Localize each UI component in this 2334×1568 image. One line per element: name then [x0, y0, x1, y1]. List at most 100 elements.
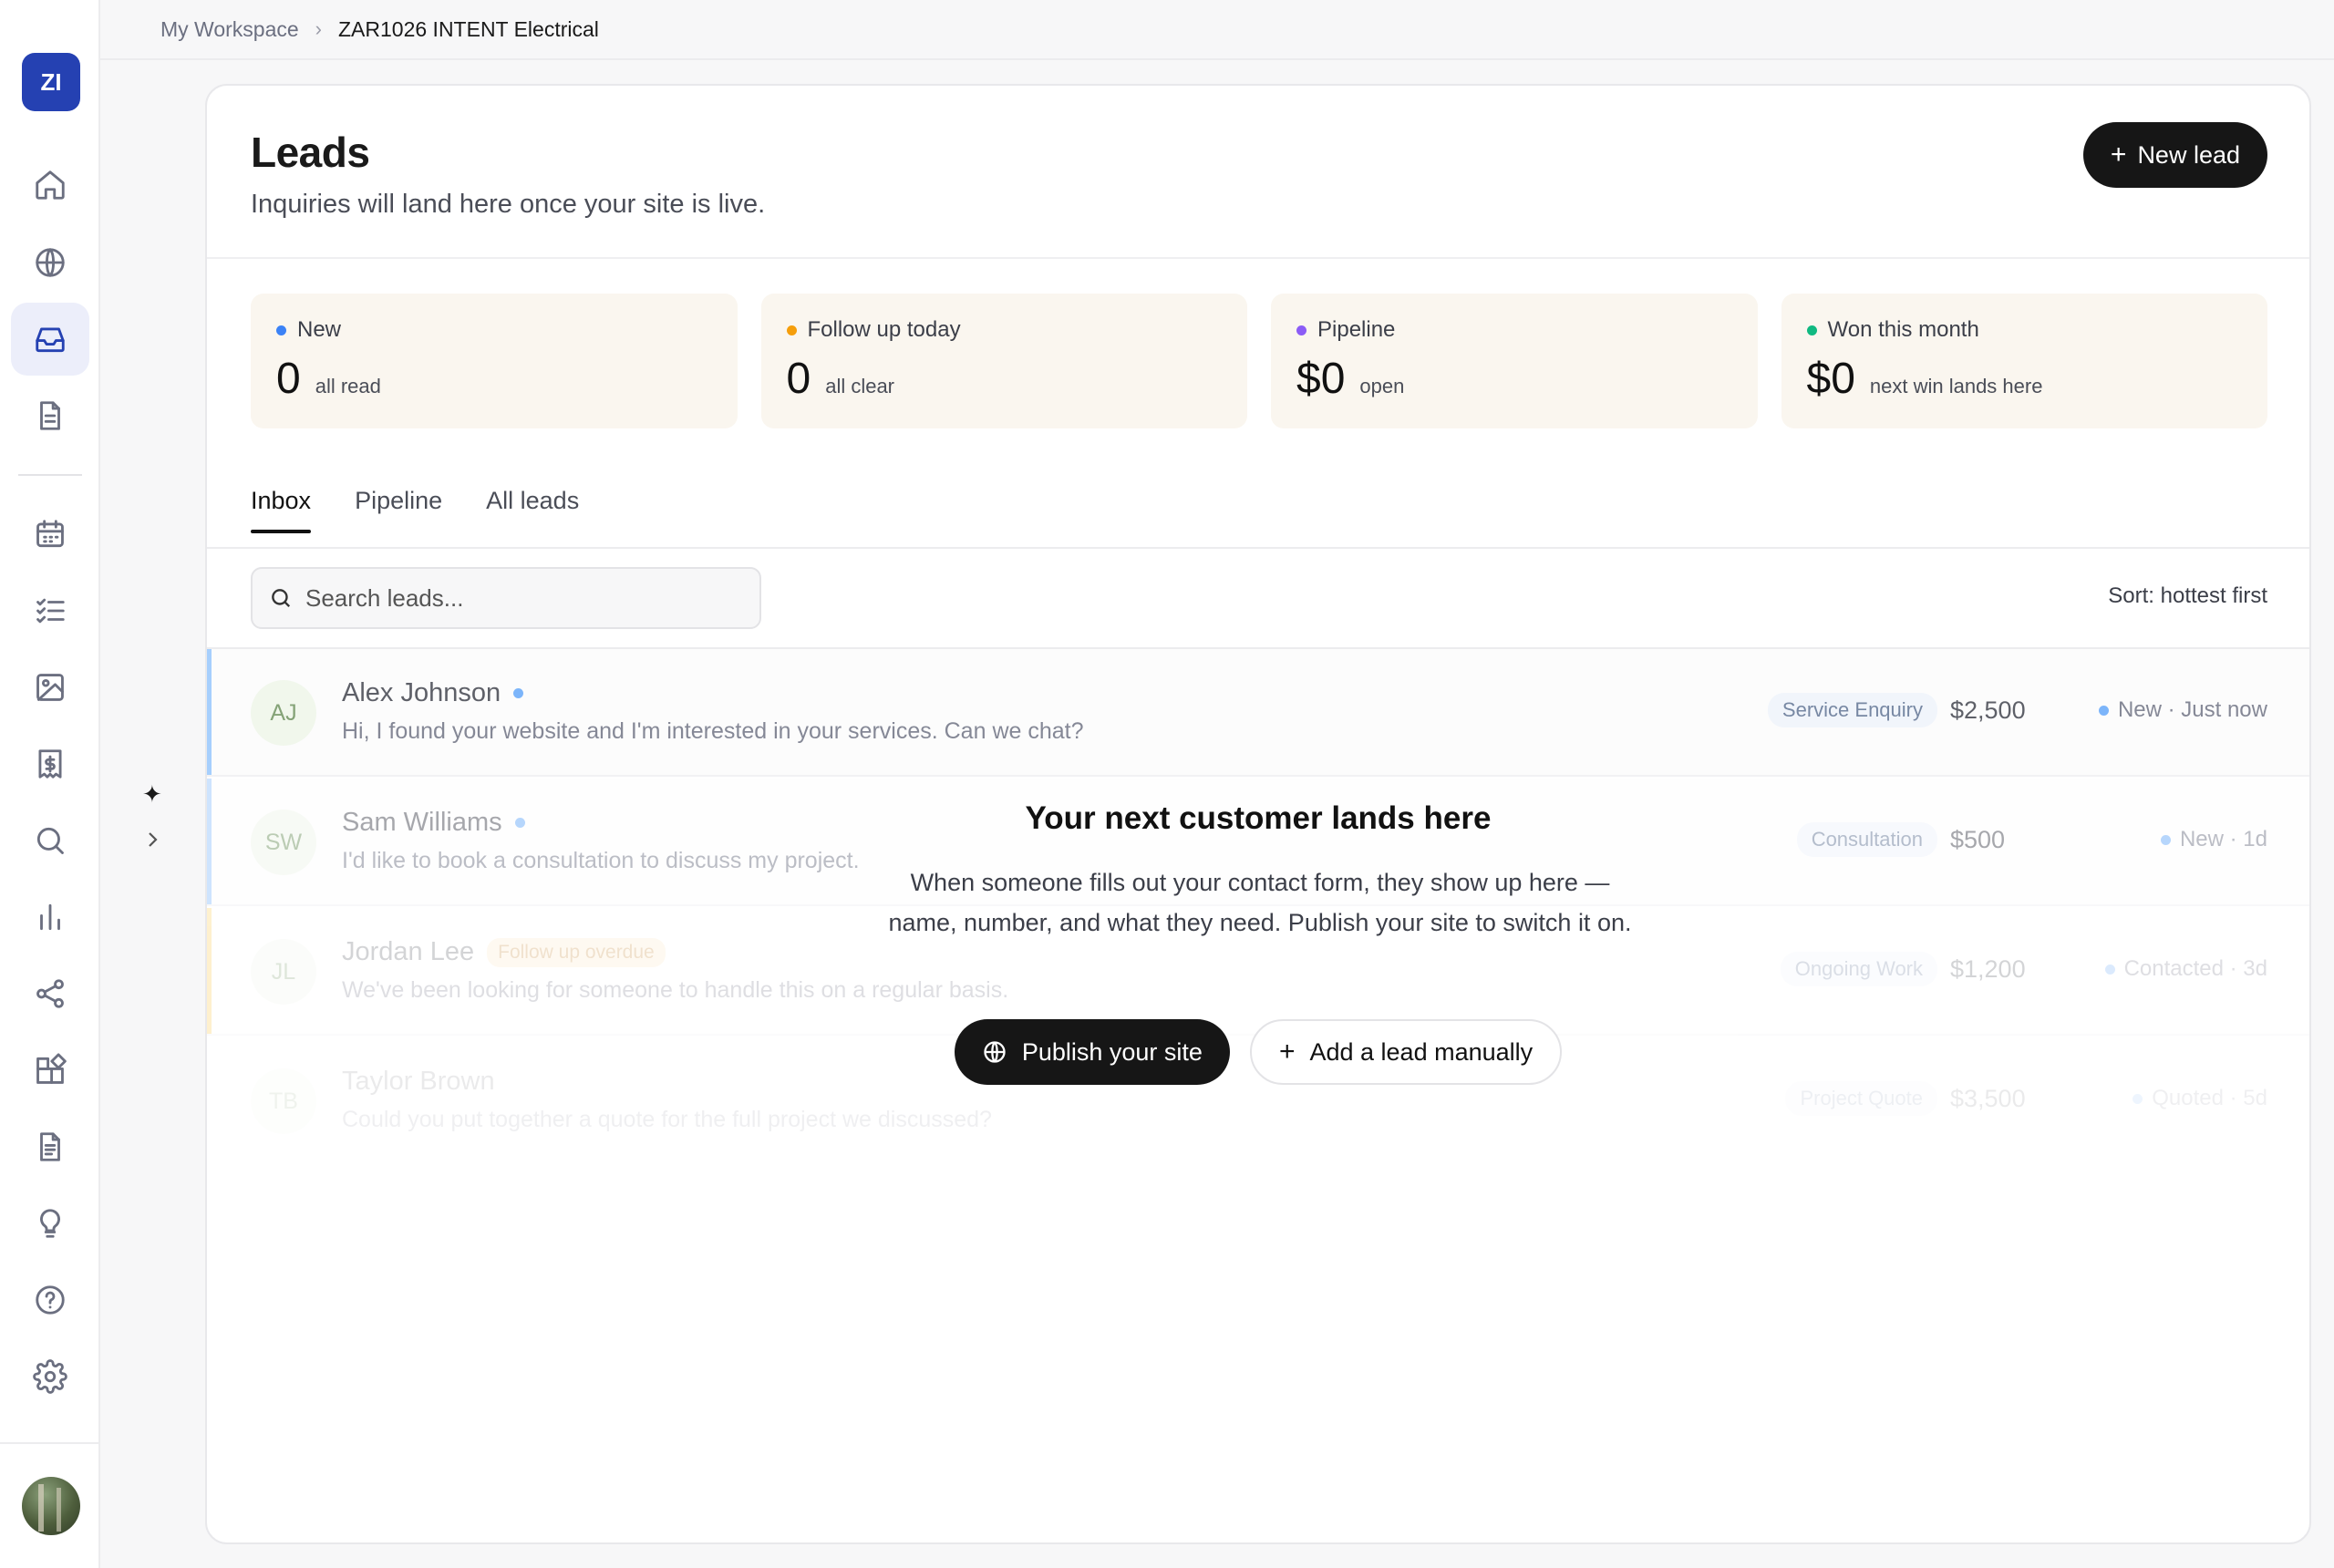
share-icon [36, 979, 64, 1008]
lead-message: I'd like to book a consultation to discu… [342, 848, 860, 873]
lead-avatar: AJ [251, 680, 316, 746]
workspace-badge[interactable]: ZI [22, 53, 80, 111]
header-divider [207, 257, 2309, 259]
user-avatar[interactable] [22, 1477, 80, 1535]
status-dot [786, 325, 797, 335]
search-icon [36, 827, 64, 854]
sidebar-item-apps[interactable] [11, 1034, 89, 1107]
status-dot [2133, 1093, 2143, 1104]
page-subtitle: Inquiries will land here once your site … [251, 190, 766, 219]
sidebar-item-analytics[interactable] [11, 881, 89, 954]
stat-card-pipeline[interactable]: Pipeline $0 open [1271, 294, 1758, 428]
status-dot [2098, 705, 2109, 716]
sidebar-divider [18, 474, 82, 476]
plus-icon: + [2110, 139, 2127, 170]
search-icon [272, 589, 291, 608]
lead-status: Contacted · 3d [2123, 956, 2267, 981]
tab-pipeline[interactable]: Pipeline [355, 487, 442, 533]
stat-label: Pipeline [1317, 317, 1396, 342]
tabs-divider [207, 547, 2309, 549]
add-lead-manually-button[interactable]: + Add a lead manually [1249, 1019, 1563, 1085]
stat-value: $0 [1806, 355, 1855, 403]
sidebar: ZI [0, 0, 100, 1568]
sidebar-item-pages[interactable] [11, 1110, 89, 1183]
stat-note: open [1359, 375, 1405, 397]
tab-all-leads[interactable]: All leads [486, 487, 579, 533]
file-text-icon [40, 1132, 60, 1161]
plus-icon: + [1278, 1037, 1296, 1067]
sidebar-item-social[interactable] [11, 957, 89, 1030]
invoice-icon [38, 749, 62, 779]
sort-dropdown[interactable]: Sort: hottest first [2108, 583, 2267, 609]
help-icon [36, 1285, 65, 1315]
stat-note: all read [315, 375, 381, 397]
stat-label: New [297, 317, 342, 342]
stat-card-follow-up[interactable]: Follow up today 0 all clear [760, 294, 1247, 428]
lead-accent-bar [207, 779, 212, 904]
stat-value: 0 [786, 355, 811, 403]
stat-label: Won this month [1827, 317, 1979, 342]
sidebar-item-media[interactable] [11, 651, 89, 724]
stat-label: Follow up today [807, 317, 961, 342]
sidebar-item-leads[interactable] [11, 303, 89, 376]
sidebar-item-settings[interactable] [11, 1340, 89, 1413]
chevron-right-icon [149, 832, 158, 847]
expand-sidebar-button[interactable] [140, 824, 164, 855]
lightbulb-icon [40, 1209, 60, 1238]
lead-message: We've been looking for someone to handle… [342, 977, 1009, 1003]
search-input[interactable] [305, 583, 743, 613]
empty-state-title: Your next customer lands here [1025, 800, 1492, 836]
lead-tag: Ongoing Work [1780, 952, 1937, 986]
page-title: Leads [251, 129, 370, 176]
checklist-icon [36, 598, 65, 624]
stat-card-won[interactable]: Won this month $0 next win lands here [1781, 294, 2267, 428]
stat-card-new[interactable]: New 0 all read [251, 294, 738, 428]
search-field[interactable] [251, 567, 761, 629]
sidebar-footer-divider [0, 1442, 100, 1444]
breadcrumb: My Workspace › ZAR1026 INTENT Electrical [100, 0, 2334, 60]
breadcrumb-workspace-link[interactable]: My Workspace [160, 17, 299, 42]
sidebar-item-documents[interactable] [11, 379, 89, 452]
image-icon [36, 674, 64, 701]
lead-amount: $3,500 [1950, 1084, 2026, 1112]
lead-amount: $2,500 [1950, 696, 2026, 724]
leads-panel: Leads Inquiries will land here once your… [205, 84, 2311, 1544]
sidebar-item-website[interactable] [11, 226, 89, 299]
lead-message: Hi, I found your website and I'm interes… [342, 718, 1084, 744]
leads-tabs: Inbox Pipeline All leads [251, 487, 579, 533]
sidebar-item-tasks[interactable] [11, 574, 89, 647]
lead-tag: Service Enquiry [1767, 693, 1937, 727]
breadcrumb-chevron-icon: › [315, 17, 322, 40]
stat-note: next win lands here [1869, 375, 2043, 397]
status-dot [2104, 964, 2115, 975]
globe-icon [984, 1041, 1006, 1063]
lead-accent-bar [207, 649, 212, 775]
lead-row[interactable]: AJ Alex Johnson Hi, I found your website… [207, 649, 2309, 777]
status-dot [276, 325, 286, 335]
lead-tag: Project Quote [1785, 1081, 1937, 1116]
breadcrumb-current: ZAR1026 INTENT Electrical [338, 16, 599, 41]
new-lead-button[interactable]: + New lead [2082, 122, 2267, 188]
home-icon [36, 170, 65, 200]
lead-avatar: JL [251, 939, 316, 1005]
status-dot [1296, 325, 1306, 335]
sidebar-item-ideas[interactable] [11, 1187, 89, 1260]
lead-status: New · Just now [2117, 697, 2267, 722]
publish-site-button[interactable]: Publish your site [954, 1019, 1230, 1085]
add-lead-label: Add a lead manually [1309, 1037, 1534, 1066]
sidebar-item-home[interactable] [11, 149, 89, 222]
sidebar-item-invoices[interactable] [11, 727, 89, 800]
status-dot [1806, 325, 1817, 335]
sidebar-item-search[interactable] [11, 804, 89, 877]
stat-note: all clear [825, 375, 895, 397]
document-icon [40, 401, 60, 430]
lead-amount: $1,200 [1950, 954, 2026, 983]
ai-sparkle-icon[interactable]: ✦ [142, 780, 162, 809]
empty-state-actions: Publish your site + Add a lead manually [207, 1019, 2309, 1085]
stats-row: New 0 all read Follow up today 0 all clear… [251, 294, 2267, 428]
stat-value: $0 [1296, 355, 1346, 403]
sidebar-item-help[interactable] [11, 1264, 89, 1336]
sidebar-item-calendar[interactable] [11, 498, 89, 571]
new-lead-label: New lead [2137, 140, 2240, 169]
tab-inbox[interactable]: Inbox [251, 487, 312, 533]
